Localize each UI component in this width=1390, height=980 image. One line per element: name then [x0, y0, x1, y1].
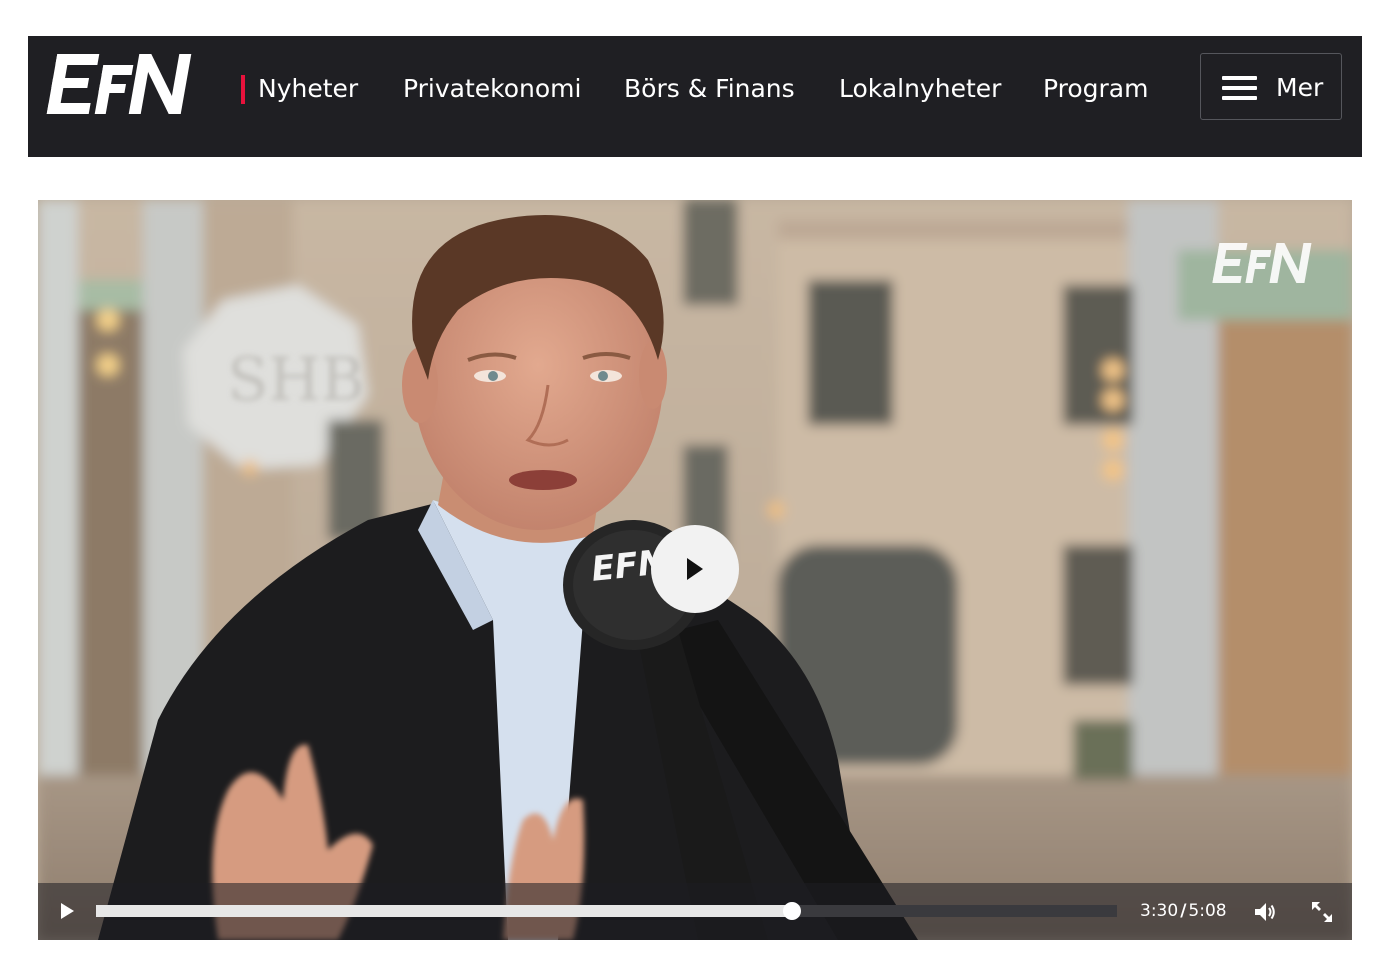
- hamburger-menu-icon: [1222, 76, 1257, 100]
- efn-logo[interactable]: [44, 50, 194, 118]
- nav-item-bors-finans[interactable]: Börs & Finans: [624, 73, 795, 105]
- progress-fill: [96, 905, 793, 917]
- active-nav-indicator: [241, 75, 245, 104]
- more-menu-label: Mer: [1276, 73, 1324, 102]
- progress-bar[interactable]: [96, 902, 1117, 920]
- nav-item-lokalnyheter[interactable]: Lokalnyheter: [839, 73, 1001, 105]
- efn-watermark-icon: [1212, 243, 1312, 283]
- more-menu-button[interactable]: Mer: [1200, 53, 1342, 120]
- sign-text: SHB: [227, 345, 365, 415]
- nav-item-nyheter[interactable]: Nyheter: [258, 73, 358, 105]
- time-display: 3:30/5:08: [1140, 900, 1227, 922]
- volume-icon[interactable]: [1253, 901, 1277, 923]
- big-play-icon[interactable]: [651, 525, 739, 613]
- video-control-bar: 3:30/5:08: [38, 883, 1352, 940]
- progress-handle[interactable]: [783, 902, 802, 920]
- efn-logo-mark: [46, 54, 192, 114]
- page: Nyheter Privatekonomi Börs & Finans Loka…: [0, 0, 1390, 980]
- fullscreen-icon[interactable]: [1310, 900, 1334, 924]
- duration: 5:08: [1188, 901, 1227, 921]
- video-player[interactable]: SHB EFN 3:30 / 5:08: [38, 200, 1352, 940]
- time-separator: /: [1180, 901, 1187, 921]
- nav-item-privatekonomi[interactable]: Privatekonomi: [403, 73, 581, 105]
- current-time: 3:30: [1140, 901, 1179, 921]
- nav-item-program[interactable]: Program: [1043, 73, 1148, 105]
- play-icon[interactable]: [58, 901, 80, 923]
